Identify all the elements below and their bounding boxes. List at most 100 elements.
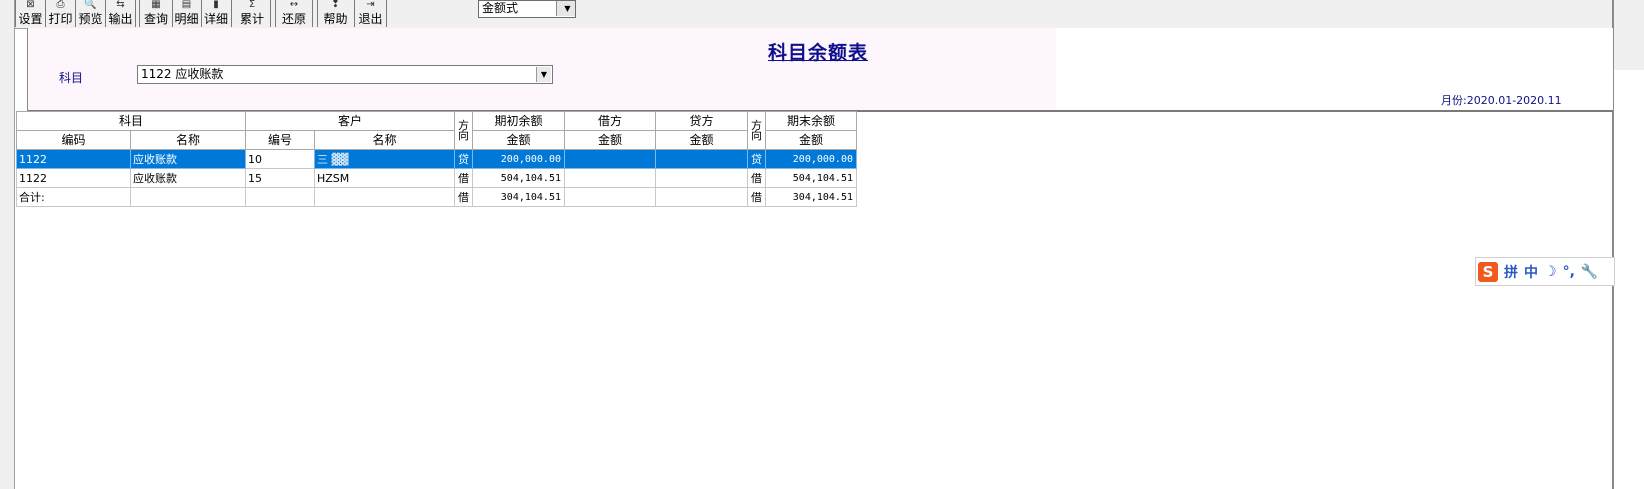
total-row[interactable]: 合计: 借 304,104.51 借 304,104.51 bbox=[16, 187, 857, 207]
cell-customer-no[interactable]: 15 bbox=[245, 168, 315, 188]
cell-name[interactable]: 应收账款 bbox=[130, 168, 246, 188]
cell-customer-name bbox=[314, 187, 455, 207]
col-customer-name: 名称 bbox=[314, 130, 455, 150]
display-mode-select[interactable]: 金额式 ▼ bbox=[478, 0, 576, 18]
exit-button[interactable]: ⇥ 退出 bbox=[355, 0, 386, 27]
col-direction-1: 方向 bbox=[454, 111, 473, 150]
restore-button[interactable]: ↔ 还原 bbox=[277, 0, 311, 27]
query-icon: ▦ bbox=[151, 0, 161, 10]
cell-direction[interactable]: 借 bbox=[747, 168, 766, 188]
ime-chinese-mode[interactable]: 中 bbox=[1524, 262, 1538, 282]
toolbar-separator bbox=[135, 0, 136, 27]
col-credit-amount: 金额 bbox=[655, 130, 748, 150]
sogou-logo-icon[interactable]: S bbox=[1478, 261, 1498, 282]
col-group-credit: 贷方 bbox=[655, 111, 748, 131]
cell-code[interactable]: 1122 bbox=[16, 168, 131, 188]
subject-select[interactable]: 1122 应收账款 ▼ bbox=[137, 65, 553, 84]
detail-list-icon: ▤ bbox=[181, 0, 192, 10]
help-button[interactable]: ❢ 帮助 bbox=[318, 0, 353, 27]
chevron-down-icon[interactable]: ▼ bbox=[536, 67, 551, 82]
col-debit-amount: 金额 bbox=[564, 130, 656, 150]
cell-debit[interactable] bbox=[564, 149, 656, 169]
col-group-customer: 客户 bbox=[245, 111, 455, 131]
col-customer-no: 编号 bbox=[245, 130, 315, 150]
detail-icon: ▮ bbox=[213, 0, 219, 10]
col-code: 编码 bbox=[16, 130, 131, 150]
report-header: 科目余额表 科目 1122 应收账款 ▼ 月份:2020.01-2020.11 bbox=[27, 28, 1613, 112]
cell-name[interactable]: 应收账款 bbox=[130, 149, 246, 169]
toolbar: ⊠ 设置 ⎙ 打印 🔍 预览 ⇆ 输出 ▦ 查询 ▤ 明细 ▮ 详细 Σ 累计 … bbox=[15, 0, 1612, 29]
restore-icon: ↔ bbox=[289, 0, 299, 10]
period-display: 月份:2020.01-2020.11 bbox=[1441, 92, 1562, 108]
punctuation-icon[interactable]: °, bbox=[1563, 264, 1575, 280]
print-icon: ⎙ bbox=[56, 0, 65, 10]
cell-customer-name[interactable]: HZSM bbox=[314, 168, 455, 188]
col-opening-amount: 金额 bbox=[472, 130, 565, 150]
cell-direction: 借 bbox=[747, 187, 766, 207]
col-group-closing: 期末余额 bbox=[765, 111, 857, 131]
print-button[interactable]: ⎙ 打印 bbox=[46, 0, 75, 27]
detail-button[interactable]: ▮ 详细 bbox=[202, 0, 230, 27]
cell-customer-name[interactable]: 三 ▓▓ bbox=[314, 149, 455, 169]
cell-credit bbox=[655, 187, 748, 207]
period-value: 2020.01-2020.11 bbox=[1466, 94, 1562, 107]
toolbar-separator bbox=[139, 0, 140, 27]
cell-debit bbox=[564, 187, 656, 207]
toolbar-separator bbox=[270, 0, 271, 27]
subject-label: 科目 bbox=[59, 71, 84, 85]
cell-direction[interactable]: 贷 bbox=[747, 149, 766, 169]
cell-debit[interactable] bbox=[564, 168, 656, 188]
cell-closing[interactable]: 200,000.00 bbox=[765, 149, 857, 169]
table-row[interactable]: 1122 应收账款 15 HZSM 借 504,104.51 借 504,104… bbox=[16, 168, 857, 188]
chevron-down-icon[interactable]: ▼ bbox=[556, 1, 575, 16]
total-label: 合计: bbox=[16, 187, 131, 207]
display-mode-value: 金额式 bbox=[482, 1, 519, 15]
col-direction-2: 方向 bbox=[747, 111, 766, 150]
exit-icon: ⇥ bbox=[366, 0, 375, 10]
preview-icon: 🔍 bbox=[84, 0, 97, 10]
moon-icon[interactable]: ☽ bbox=[1544, 264, 1557, 280]
wrench-icon[interactable]: 🔧 bbox=[1581, 264, 1598, 280]
col-name: 名称 bbox=[130, 130, 246, 150]
export-icon: ⇆ bbox=[116, 0, 125, 10]
window-right-area bbox=[1614, 0, 1644, 70]
toolbar-separator bbox=[231, 0, 232, 27]
col-closing-amount: 金额 bbox=[765, 130, 857, 150]
cell-direction[interactable]: 借 bbox=[454, 168, 473, 188]
col-group-debit: 借方 bbox=[564, 111, 656, 131]
setup-icon: ⊠ bbox=[26, 0, 35, 10]
col-group-opening: 期初余额 bbox=[472, 111, 565, 131]
ime-toolbar[interactable]: S 拼 中 ☽ °, 🔧 bbox=[1475, 257, 1615, 286]
balance-grid[interactable]: 科目 客户 方向 期初余额 借方 贷方 方向 期末余额 编码 名称 编号 名称 … bbox=[16, 111, 857, 207]
cell-code[interactable]: 1122 bbox=[16, 149, 131, 169]
table-row[interactable]: 1122 应收账款 10 三 ▓▓ 贷 200,000.00 贷 200,000… bbox=[16, 149, 857, 169]
setup-button[interactable]: ⊠ 设置 bbox=[16, 0, 45, 27]
toolbar-separator bbox=[312, 0, 313, 27]
detail-list-button[interactable]: ▤ 明细 bbox=[173, 0, 200, 27]
help-icon: ❢ bbox=[331, 0, 340, 10]
sum-button[interactable]: Σ 累计 bbox=[235, 0, 269, 27]
cell-direction: 借 bbox=[454, 187, 473, 207]
query-button[interactable]: ▦ 查询 bbox=[141, 0, 171, 27]
cell-closing: 304,104.51 bbox=[765, 187, 857, 207]
report-title: 科目余额表 bbox=[768, 42, 869, 64]
preview-button[interactable]: 🔍 预览 bbox=[76, 0, 105, 27]
cell-direction[interactable]: 贷 bbox=[454, 149, 473, 169]
cell-credit[interactable] bbox=[655, 168, 748, 188]
cell-customer-no[interactable]: 10 bbox=[245, 149, 315, 169]
toolbar-separator bbox=[275, 0, 276, 27]
toolbar-separator bbox=[386, 0, 387, 27]
export-button[interactable]: ⇆ 输出 bbox=[106, 0, 135, 27]
cell-credit[interactable] bbox=[655, 149, 748, 169]
window-left-frame bbox=[0, 0, 15, 489]
cell-opening[interactable]: 504,104.51 bbox=[472, 168, 565, 188]
cell-closing[interactable]: 504,104.51 bbox=[765, 168, 857, 188]
cell-opening: 304,104.51 bbox=[472, 187, 565, 207]
subheader-row: 编码 名称 编号 名称 金额 金额 金额 金额 bbox=[16, 130, 857, 150]
period-label: 月份: bbox=[1441, 94, 1467, 107]
header-row: 科目 客户 方向 期初余额 借方 贷方 方向 期末余额 bbox=[16, 111, 857, 150]
col-group-subject: 科目 bbox=[16, 111, 246, 131]
cell-opening[interactable]: 200,000.00 bbox=[472, 149, 565, 169]
subject-value: 1122 应收账款 bbox=[141, 67, 224, 81]
ime-pinyin-mode[interactable]: 拼 bbox=[1504, 262, 1518, 282]
